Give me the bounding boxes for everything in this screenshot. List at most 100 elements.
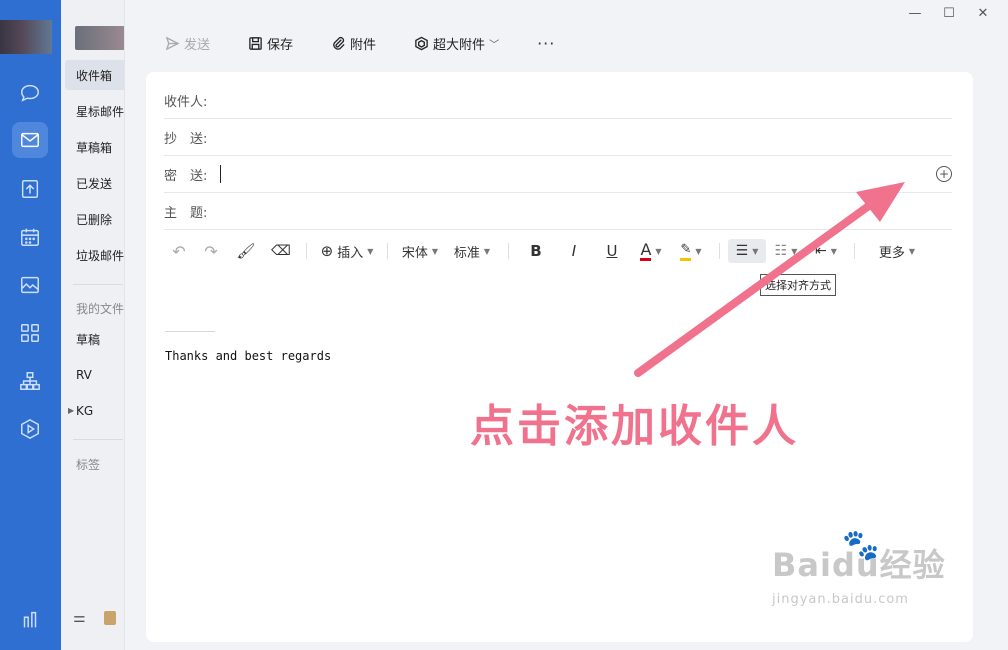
align-left-icon: ☰ [735,243,749,259]
to-label: 收件人: [164,94,208,110]
folder-sent[interactable]: 已发送 [65,168,127,198]
calendar-icon [21,228,39,246]
paint-roller-icon: 🖌 [236,242,256,260]
align-button[interactable]: ☰ ▼ [728,239,766,263]
insert-label: 插入 [337,245,364,261]
font-color-button[interactable]: A ▼ [631,239,671,263]
folder-label: 收件箱 [76,68,113,83]
font-size-select[interactable]: 标准 ▼ [444,239,500,263]
window-controls: — ☐ ✕ [908,6,990,21]
attach-label: 附件 [350,37,377,53]
folder-label: KG [76,404,94,418]
folder-drafts[interactable]: 草稿箱 [65,132,127,162]
redo-button[interactable]: ↷ [194,239,228,263]
settings-sliders-icon[interactable]: ⚌ [73,610,86,626]
clear-format-button[interactable]: ⌫ [264,239,298,263]
dropdown-arrow-icon: ▼ [655,246,662,256]
folder-label: 草稿箱 [76,140,113,155]
folder-divider [73,439,123,440]
avatar[interactable] [0,20,52,54]
pro-badge-icon[interactable] [103,611,116,625]
grid-icon [21,324,39,342]
org-chart-icon [20,372,40,390]
rail-docs[interactable] [12,171,48,207]
highlight-button[interactable]: ✎ ▼ [671,239,711,263]
save-label: 保存 [267,37,294,53]
paperclip-icon [333,36,345,50]
watermark: 🐾 Baidu经验 jingyan.baidu.com [772,528,946,607]
folder-inbox[interactable]: 收件箱 [65,60,127,90]
account-name[interactable] [75,26,125,50]
add-recipient-icon[interactable]: + [936,166,952,182]
rail-org[interactable] [12,363,48,399]
hexagon-play-icon [21,418,39,440]
bold-icon: B [530,242,542,260]
subject-field[interactable]: 主 题: [164,193,952,230]
text-caret [220,165,221,183]
close-icon[interactable]: ✕ [976,6,990,21]
bold-button[interactable]: B [517,239,555,263]
send-button[interactable]: 发送 [165,34,210,53]
size-label: 标准 [453,245,480,261]
more-format-menu[interactable]: 更多 ▼ [869,239,925,263]
folder-kg[interactable]: KG [65,396,127,426]
cc-label: 抄 送: [164,131,208,147]
save-button[interactable]: 保存 [248,34,293,53]
subject-label: 主 题: [164,205,208,221]
plus-circle-icon: ⊕ [320,242,334,260]
image-icon [21,276,39,294]
folder-rv[interactable]: RV [65,360,127,390]
maximize-icon[interactable]: ☐ [942,6,956,21]
minimize-icon[interactable]: — [908,6,922,21]
my-files-heading: 我的文件 [76,302,125,316]
rail-stats[interactable] [12,602,48,638]
folder-divider [73,284,123,285]
highlighter-icon: ✎ [680,242,692,261]
send-label: 发送 [184,37,211,53]
indent-button[interactable]: ⇤ ▼ [806,239,846,263]
folder-spam[interactable]: 垃圾邮件 [65,240,127,270]
underline-icon: U [606,242,618,260]
large-attach-button[interactable]: 超大附件 ﹀ [414,34,499,53]
signature-divider [165,331,215,332]
rail-chat[interactable] [12,75,48,111]
italic-button[interactable]: I [555,239,593,263]
folder-label: 垃圾邮件 [76,248,125,263]
undo-button[interactable]: ↶ [164,239,194,263]
underline-button[interactable]: U [593,239,631,263]
bullet-list-icon: ☷ [774,243,788,259]
dropdown-arrow-icon: ▼ [752,246,759,256]
bcc-field[interactable]: 密 送: + [164,156,952,193]
to-field[interactable]: 收件人: [164,82,952,119]
paw-logo-icon: 🐾 [842,528,880,563]
rail-photos[interactable] [12,267,48,303]
folder-custom-draft[interactable]: 草稿 [65,324,127,354]
folder-starred[interactable]: 星标邮件 [65,96,127,126]
more-options-button[interactable]: ··· [537,34,555,53]
attach-button[interactable]: 附件 [331,34,376,53]
format-painter-button[interactable]: 🖌 [228,239,264,263]
rail-video[interactable] [12,411,48,447]
app-rail [0,0,61,650]
dropdown-arrow-icon: ▼ [908,246,916,256]
send-icon [165,36,180,50]
rail-mail[interactable] [12,122,48,158]
folder-label: 已删除 [76,212,113,227]
annotation-text: 点击添加收件人 [470,401,799,452]
list-button[interactable]: ☷ ▼ [766,239,806,263]
save-icon [249,36,262,50]
format-toolbar: ↶ ↷ 🖌 ⌫ ⊕ 插入 ▼ 宋体 ▼ 标准 ▼ B I U A ▼ ✎ ▼ ☰… [164,238,954,264]
dropdown-arrow-icon: ▼ [791,246,798,256]
cc-field[interactable]: 抄 送: [164,119,952,156]
insert-menu[interactable]: ⊕ 插入 ▼ [315,239,379,263]
align-tooltip: 选择对齐方式 [760,274,836,296]
folder-label: RV [76,368,92,382]
rail-apps[interactable] [12,315,48,351]
folder-deleted[interactable]: 已删除 [65,204,127,234]
font-select[interactable]: 宋体 ▼ [396,239,444,263]
dropdown-arrow-icon: ▼ [367,246,374,256]
signature-text[interactable]: Thanks and best regards [165,349,331,363]
rail-calendar[interactable] [12,219,48,255]
cube-icon [415,36,428,50]
compose-toolbar: 发送 保存 附件 超大附件 ﹀ ··· [165,30,555,56]
